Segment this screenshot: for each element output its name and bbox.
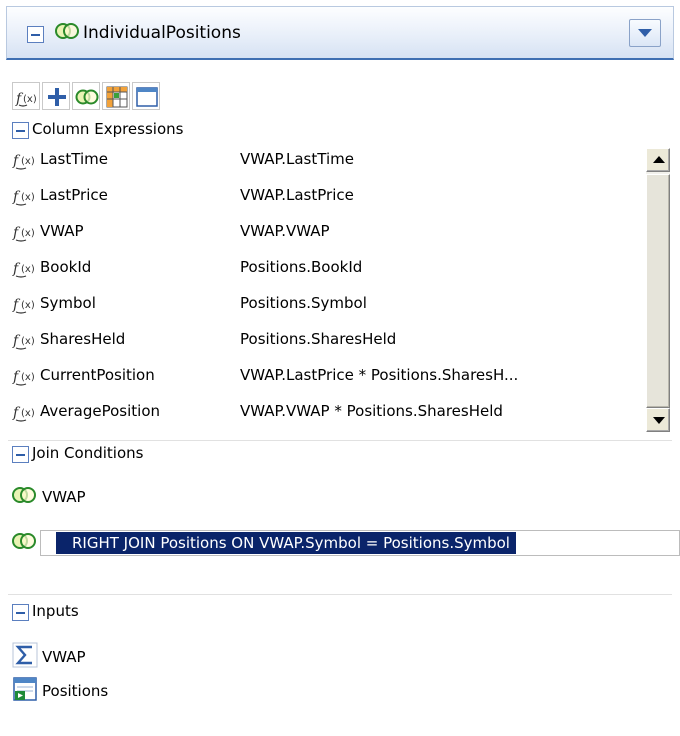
arrow-up-icon bbox=[653, 156, 665, 163]
expression-value: VWAP.VWAP * Positions.SharesHeld bbox=[240, 402, 503, 420]
function-icon: f (x) bbox=[12, 225, 35, 242]
expression-name: LastPrice bbox=[40, 186, 108, 204]
grid-icon bbox=[106, 86, 128, 108]
svg-text:f: f bbox=[12, 333, 21, 349]
function-icon: f (x) bbox=[12, 369, 35, 386]
svg-text:(x): (x) bbox=[21, 228, 35, 239]
scroll-down-button[interactable] bbox=[646, 408, 670, 432]
svg-text:f: f bbox=[12, 225, 21, 241]
svg-text:f: f bbox=[12, 261, 21, 277]
add-expression-button[interactable]: f (x) bbox=[12, 82, 40, 110]
svg-text:f: f bbox=[12, 153, 21, 169]
expression-value: Positions.SharesHeld bbox=[240, 330, 397, 348]
panel-title-bar: IndividualPositions bbox=[6, 6, 674, 60]
expression-row[interactable]: f (x) SharesHeld Positions.SharesHeld bbox=[12, 326, 632, 356]
input-item-positions[interactable]: Positions bbox=[12, 676, 212, 706]
expression-row[interactable]: f (x) VWAP VWAP.VWAP bbox=[12, 218, 632, 248]
collapse-join-conditions-button[interactable] bbox=[12, 446, 29, 463]
join-source-row[interactable]: VWAP bbox=[12, 482, 212, 512]
expression-value: VWAP.VWAP bbox=[240, 222, 330, 240]
expression-value: Positions.Symbol bbox=[240, 294, 367, 312]
function-icon: f (x) bbox=[12, 297, 35, 314]
expression-value: VWAP.LastTime bbox=[240, 150, 354, 168]
venn-join-icon bbox=[12, 533, 36, 549]
arrow-down-icon bbox=[653, 417, 665, 424]
section-divider bbox=[8, 440, 672, 441]
section-divider bbox=[8, 594, 672, 595]
expression-row[interactable]: f (x) CurrentPosition VWAP.LastPrice * Posi… bbox=[12, 362, 632, 392]
add-icon bbox=[48, 88, 66, 106]
join-icon bbox=[75, 89, 99, 105]
table-input-icon bbox=[13, 677, 37, 701]
scroll-up-button[interactable] bbox=[646, 148, 670, 172]
grid-button[interactable] bbox=[102, 82, 130, 110]
svg-text:(x): (x) bbox=[23, 94, 37, 105]
collapse-column-expressions-button[interactable] bbox=[12, 122, 29, 139]
expression-row[interactable]: f (x) Symbol Positions.Symbol bbox=[12, 290, 632, 320]
collapse-panel-button[interactable] bbox=[27, 26, 44, 43]
venn-join-icon bbox=[12, 487, 36, 503]
svg-text:f: f bbox=[12, 189, 21, 205]
svg-text:(x): (x) bbox=[21, 156, 35, 167]
svg-text:(x): (x) bbox=[21, 192, 35, 203]
svg-text:(x): (x) bbox=[21, 336, 35, 347]
expressions-scrollbar[interactable] bbox=[646, 148, 670, 432]
panel-title: IndividualPositions bbox=[83, 23, 241, 43]
expression-row[interactable]: f (x) LastPrice VWAP.LastPrice bbox=[12, 182, 632, 212]
venn-join-icon bbox=[55, 23, 79, 39]
function-icon: f (x) bbox=[12, 261, 35, 278]
chevron-down-icon bbox=[638, 29, 652, 37]
expression-value: VWAP.LastPrice bbox=[240, 186, 354, 204]
scroll-thumb[interactable] bbox=[646, 174, 670, 408]
svg-text:(x): (x) bbox=[21, 372, 35, 383]
table-button[interactable] bbox=[132, 82, 160, 110]
svg-text:f: f bbox=[12, 297, 21, 313]
expression-value: VWAP.LastPrice * Positions.SharesH... bbox=[240, 366, 519, 384]
expression-row[interactable]: f (x) BookId Positions.BookId bbox=[12, 254, 632, 284]
input-item-vwap[interactable]: VWAP bbox=[12, 642, 212, 672]
svg-text:(x): (x) bbox=[21, 264, 35, 275]
svg-text:(x): (x) bbox=[21, 300, 35, 311]
function-icon: f (x) bbox=[12, 189, 35, 206]
function-icon: f (x) bbox=[12, 405, 35, 422]
join-condition-row[interactable]: RIGHT JOIN Positions ON VWAP.Symbol = Po… bbox=[12, 528, 680, 558]
expression-name: BookId bbox=[40, 258, 92, 276]
add-expression-icon: f (x) bbox=[15, 91, 37, 107]
expression-name: VWAP bbox=[40, 222, 84, 240]
expression-name: Symbol bbox=[40, 294, 96, 312]
expression-row[interactable]: f (x) AveragePosition VWAP.VWAP * Positions… bbox=[12, 398, 632, 428]
table-icon bbox=[136, 87, 158, 107]
expression-value: Positions.BookId bbox=[240, 258, 363, 276]
svg-text:f: f bbox=[12, 369, 21, 385]
expression-row[interactable]: f (x) LastTime VWAP.LastTime bbox=[12, 146, 632, 176]
expression-name: SharesHeld bbox=[40, 330, 126, 348]
sigma-icon bbox=[12, 642, 38, 668]
expression-name: AveragePosition bbox=[40, 402, 160, 420]
collapse-inputs-button[interactable] bbox=[12, 604, 29, 621]
expression-name: CurrentPosition bbox=[40, 366, 155, 384]
function-icon: f (x) bbox=[12, 333, 35, 350]
toolbar: f (x) bbox=[12, 82, 232, 110]
panel-menu-button[interactable] bbox=[629, 19, 661, 47]
svg-text:f: f bbox=[12, 405, 21, 421]
join-condition-text[interactable]: RIGHT JOIN Positions ON VWAP.Symbol = Po… bbox=[56, 532, 516, 554]
expression-name: LastTime bbox=[40, 150, 108, 168]
add-join-button[interactable] bbox=[72, 82, 100, 110]
function-icon: f (x) bbox=[12, 153, 35, 170]
add-button[interactable] bbox=[42, 82, 70, 110]
svg-text:(x): (x) bbox=[21, 408, 35, 419]
